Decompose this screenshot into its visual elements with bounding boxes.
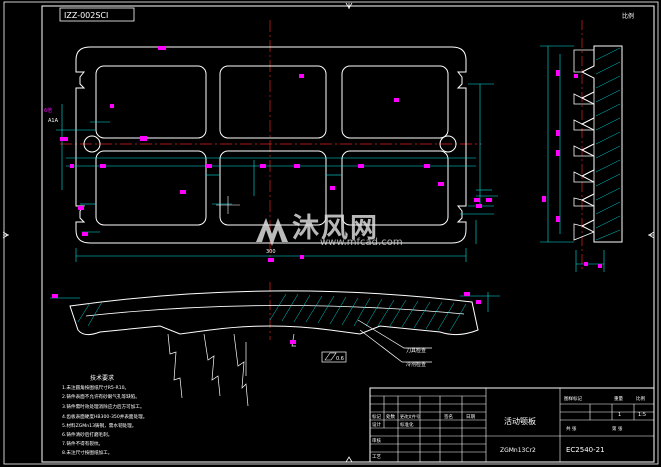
- title-block: 标记 处数 更改文件号 签名 日期 设计 标准化 审核 工艺 活动颚板 ZGMn…: [369, 387, 655, 463]
- label-sign: 签名: [444, 413, 453, 420]
- count-value: 1: [618, 412, 621, 418]
- scale-label: 比例: [636, 395, 645, 402]
- width-dim: 300: [266, 249, 276, 255]
- stage-label: 图样标记: [564, 395, 582, 402]
- label-mark: 标记: [372, 413, 381, 420]
- note-item: 6.铸件清砂后打磨毛刺。: [62, 431, 112, 438]
- left-mark-1: 6倍: [44, 107, 52, 114]
- part-name: 活动颚板: [504, 416, 536, 426]
- label-process: 工艺: [372, 454, 381, 460]
- scale-note: 比例: [622, 12, 634, 20]
- side-section-view: [540, 20, 623, 272]
- sheet-no: 第 张: [612, 425, 623, 432]
- label-date: 日期: [466, 414, 475, 420]
- note-item: 2.铸件表面不允许有砂眼气孔等缺陷。: [62, 393, 140, 400]
- code-box-text: IZZ-002SCI: [64, 11, 108, 20]
- note-item: 4.齿板表面硬度HB300-350并表面处理。: [62, 413, 147, 420]
- label-file-no: 更改文件号: [400, 413, 420, 419]
- sheet-total: 共 张: [566, 425, 577, 432]
- note-item: 8.未注尺寸按图纸加工。: [62, 449, 112, 456]
- note-item: 7.铸件不得有裂纹。: [62, 440, 103, 447]
- cad-drawing: IZZ-002SCI 比例 300 6倍 A1A 0.6 刀具检查 冷剂检查 技…: [2, 1, 659, 465]
- weight-label: 重量: [614, 395, 623, 402]
- label-zone: 处数: [386, 413, 395, 420]
- label-approve: 审核: [372, 437, 381, 444]
- note-item: 1.未注圆角按图纸尺寸R5-R10。: [62, 384, 129, 391]
- right-leader-2: 冷剂检查: [406, 361, 426, 368]
- left-mark-2: A1A: [48, 118, 59, 124]
- technical-notes: 技术要求 1.未注圆角按图纸尺寸R5-R10。 2.铸件表面不允许有砂眼气孔等缺…: [62, 374, 147, 456]
- note-item: 5.材料ZGMn13铸钢，需水韧处理。: [62, 422, 136, 429]
- drawing-no: EC2540-21: [566, 446, 605, 454]
- inner-frame: [41, 5, 655, 463]
- scale-value: 1:5: [638, 412, 646, 418]
- surface-tag-text: 0.6: [336, 356, 344, 362]
- plan-view: 300 6倍 A1A: [44, 20, 498, 262]
- label-standardize: 标准化: [400, 421, 414, 428]
- note-item: 3.铸件需时效处理消除应力后方可加工。: [62, 403, 144, 410]
- label-design: 设计: [372, 421, 381, 428]
- material: ZGMn13Cr2: [500, 447, 536, 454]
- right-leader-1: 刀具检查: [406, 347, 426, 354]
- notes-title: 技术要求: [90, 374, 114, 382]
